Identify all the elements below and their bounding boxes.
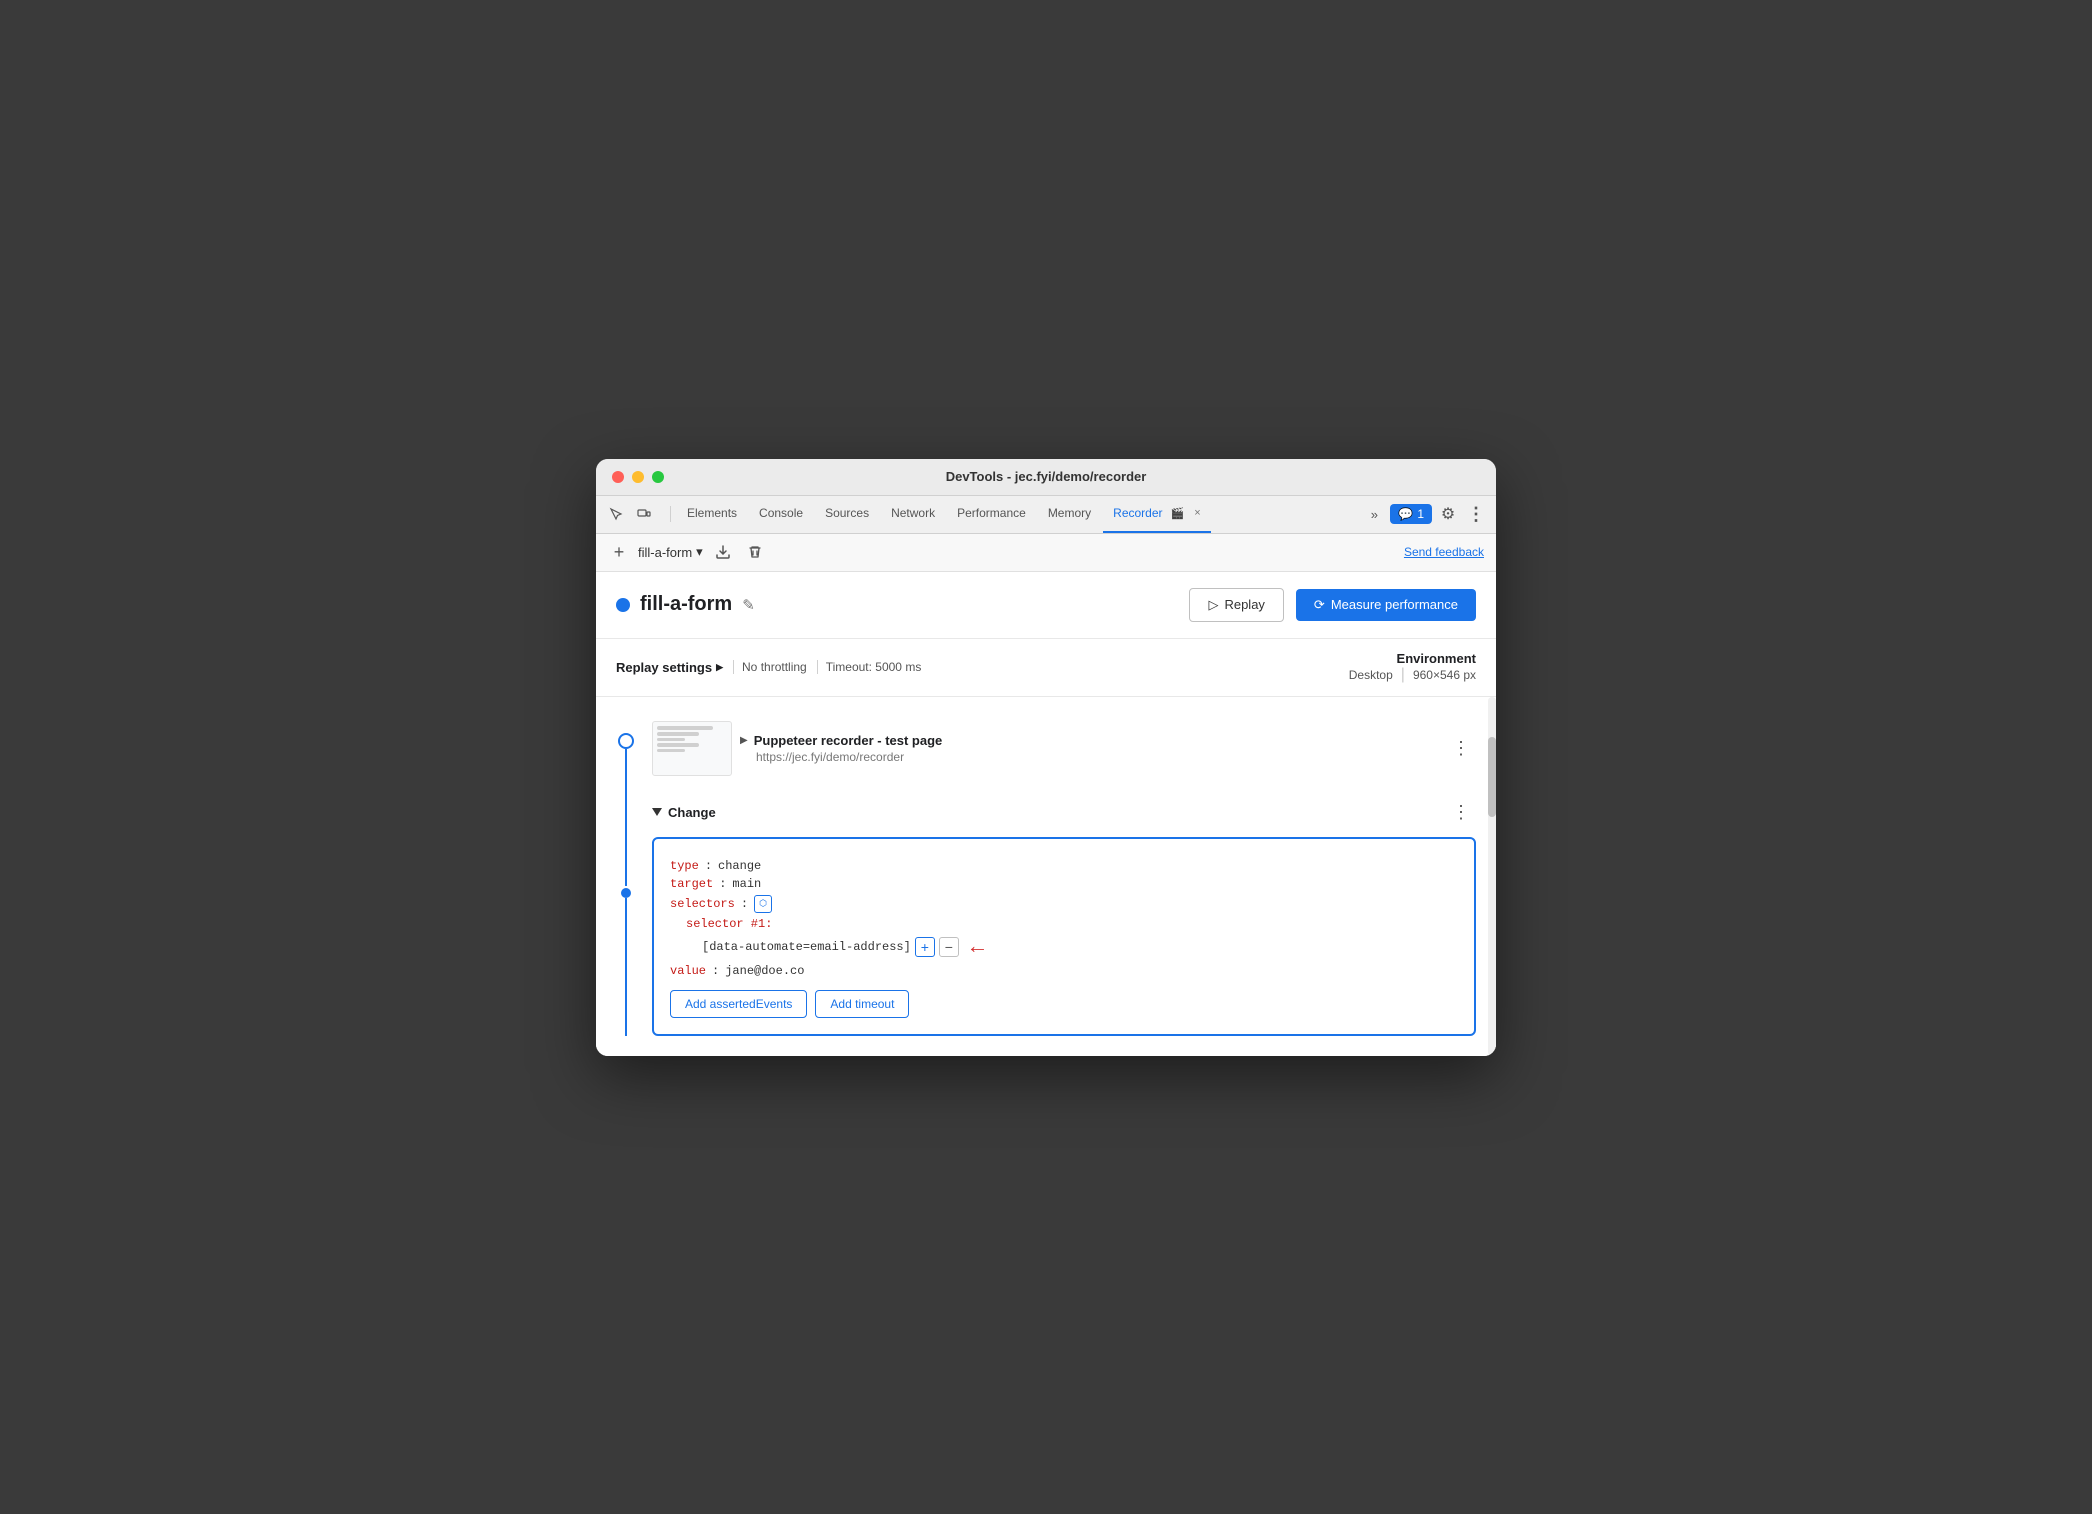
replay-button[interactable]: ▷ Replay <box>1189 588 1283 622</box>
window-controls <box>612 471 664 483</box>
type-value: change <box>718 859 761 873</box>
step-change-more-button[interactable]: ⋮ <box>1446 800 1476 825</box>
code-selectors-line: selectors : ⬡ <box>670 895 1458 913</box>
devtools-container: Elements Console Sources Network Perform… <box>596 496 1496 1056</box>
scrollbar-thumb[interactable] <box>1488 737 1496 817</box>
recording-header: fill-a-form ✎ ▷ Replay ⟳ Measure perform… <box>596 572 1496 639</box>
expand-icon: ▶ <box>740 735 748 746</box>
code-type-line: type : change <box>670 859 1458 873</box>
more-options-button[interactable]: ⋮ <box>1464 502 1488 526</box>
settings-button[interactable]: ⚙ <box>1436 502 1460 526</box>
add-timeout-button[interactable]: Add timeout <box>815 990 909 1018</box>
toolbar: + fill-a-form ▾ Send feedback <box>596 534 1496 572</box>
code-selector-value-line: [data-automate=email-address] + − ← <box>702 935 1458 960</box>
action-buttons: Add assertedEvents Add timeout <box>670 990 1458 1018</box>
value-key: value <box>670 964 706 978</box>
minimize-button[interactable] <box>632 471 644 483</box>
device-icon[interactable] <box>632 502 656 526</box>
timeline-line-2 <box>625 898 627 1036</box>
steps-content: ▶ Puppeteer recorder - test page https:/… <box>652 717 1476 1036</box>
selector-value: [data-automate=email-address] <box>702 940 911 954</box>
tabs-right: » 💬 1 ⚙ ⋮ <box>1362 502 1488 526</box>
replay-settings-bar: Replay settings ▶ No throttling Timeout:… <box>596 639 1496 697</box>
step-info: ▶ Puppeteer recorder - test page https:/… <box>740 733 942 764</box>
play-icon: ▷ <box>1208 597 1218 613</box>
measure-icon: ⟳ <box>1314 597 1325 613</box>
recording-name: fill-a-form <box>640 593 732 616</box>
change-title: Change <box>668 805 716 820</box>
code-selector-num-line: selector #1: <box>686 917 1458 931</box>
recording-status-dot <box>616 598 630 612</box>
export-button[interactable] <box>711 540 735 564</box>
tab-icons <box>604 502 656 526</box>
selector-num-label: selector #1: <box>686 917 772 931</box>
tab-performance[interactable]: Performance <box>947 495 1036 533</box>
tab-console[interactable]: Console <box>749 495 813 533</box>
tab-sources[interactable]: Sources <box>815 495 879 533</box>
step-1-timeline-dot <box>618 733 634 749</box>
remove-selector-button[interactable]: − <box>939 937 959 957</box>
tab-network[interactable]: Network <box>881 495 945 533</box>
tabs-bar: Elements Console Sources Network Perform… <box>596 496 1496 534</box>
change-expand-icon <box>652 808 662 816</box>
timeout-detail: Timeout: 5000 ms <box>817 660 922 674</box>
recording-selector[interactable]: fill-a-form ▾ <box>638 544 703 560</box>
code-value-line: value : jane@doe.co <box>670 964 1458 978</box>
edit-name-icon[interactable]: ✎ <box>742 596 755 614</box>
step-change: Change ⋮ type : change target <box>652 796 1476 1036</box>
step-2-timeline-dot <box>621 888 631 898</box>
chat-icon: 💬 <box>1398 507 1413 521</box>
code-target-line: target : main <box>670 877 1458 891</box>
send-feedback-link[interactable]: Send feedback <box>1404 545 1484 559</box>
value-val: jane@doe.co <box>725 964 804 978</box>
add-asserted-events-button[interactable]: Add assertedEvents <box>670 990 807 1018</box>
cursor-icon[interactable] <box>604 502 628 526</box>
recording-actions: ▷ Replay ⟳ Measure performance <box>1189 588 1476 622</box>
step-thumbnail <box>652 721 732 776</box>
settings-arrow-icon: ▶ <box>716 662 723 673</box>
measure-performance-button[interactable]: ⟳ Measure performance <box>1296 589 1476 621</box>
target-value: main <box>732 877 761 891</box>
environment-detail: Desktop | 960×546 px <box>1349 666 1476 684</box>
main-content: fill-a-form ✎ ▷ Replay ⟳ Measure perform… <box>596 572 1496 1056</box>
add-selector-button[interactable]: + <box>915 937 935 957</box>
recorder-close-icon[interactable]: × <box>1194 507 1200 519</box>
close-button[interactable] <box>612 471 624 483</box>
replay-settings-label[interactable]: Replay settings ▶ <box>616 660 723 675</box>
step-navigate-url: https://jec.fyi/demo/recorder <box>740 750 942 764</box>
timeline-line-1 <box>625 749 627 887</box>
throttling-detail: No throttling <box>733 660 807 674</box>
chat-badge[interactable]: 💬 1 <box>1390 504 1432 524</box>
steps-area: ▶ Puppeteer recorder - test page https:/… <box>596 697 1496 1056</box>
recorder-icon: 🎬 <box>1171 507 1185 520</box>
delete-button[interactable] <box>743 540 767 564</box>
selectors-key: selectors <box>670 897 735 911</box>
browser-window: DevTools - jec.fyi/demo/recorder <box>596 459 1496 1056</box>
scrollbar[interactable] <box>1488 697 1496 1056</box>
tab-recorder[interactable]: Recorder 🎬 × <box>1103 495 1211 533</box>
settings-left: Replay settings ▶ No throttling Timeout:… <box>616 660 921 675</box>
window-title: DevTools - jec.fyi/demo/recorder <box>946 469 1147 484</box>
step-navigate-title: Puppeteer recorder - test page <box>754 733 943 748</box>
selector-picker-icon[interactable]: ⬡ <box>754 895 772 913</box>
recording-title-area: fill-a-form ✎ <box>616 593 755 616</box>
target-key: target <box>670 877 713 891</box>
settings-right: Environment Desktop | 960×546 px <box>1349 651 1476 684</box>
environment-label: Environment <box>1349 651 1476 666</box>
arrow-indicator: ← <box>971 935 984 960</box>
tab-memory[interactable]: Memory <box>1038 495 1101 533</box>
change-header[interactable]: Change ⋮ <box>652 796 1476 829</box>
step-navigate-header[interactable]: ▶ Puppeteer recorder - test page https:/… <box>652 717 1476 780</box>
step-navigate: ▶ Puppeteer recorder - test page https:/… <box>652 717 1476 780</box>
tab-elements[interactable]: Elements <box>677 495 747 533</box>
add-recording-button[interactable]: + <box>608 541 630 563</box>
step-navigate-more-button[interactable]: ⋮ <box>1446 736 1476 761</box>
tab-divider <box>670 506 671 522</box>
maximize-button[interactable] <box>652 471 664 483</box>
more-tabs-button[interactable]: » <box>1362 502 1386 526</box>
type-key: type <box>670 859 699 873</box>
code-block: type : change target : main selectors <box>652 837 1476 1036</box>
title-bar: DevTools - jec.fyi/demo/recorder <box>596 459 1496 496</box>
